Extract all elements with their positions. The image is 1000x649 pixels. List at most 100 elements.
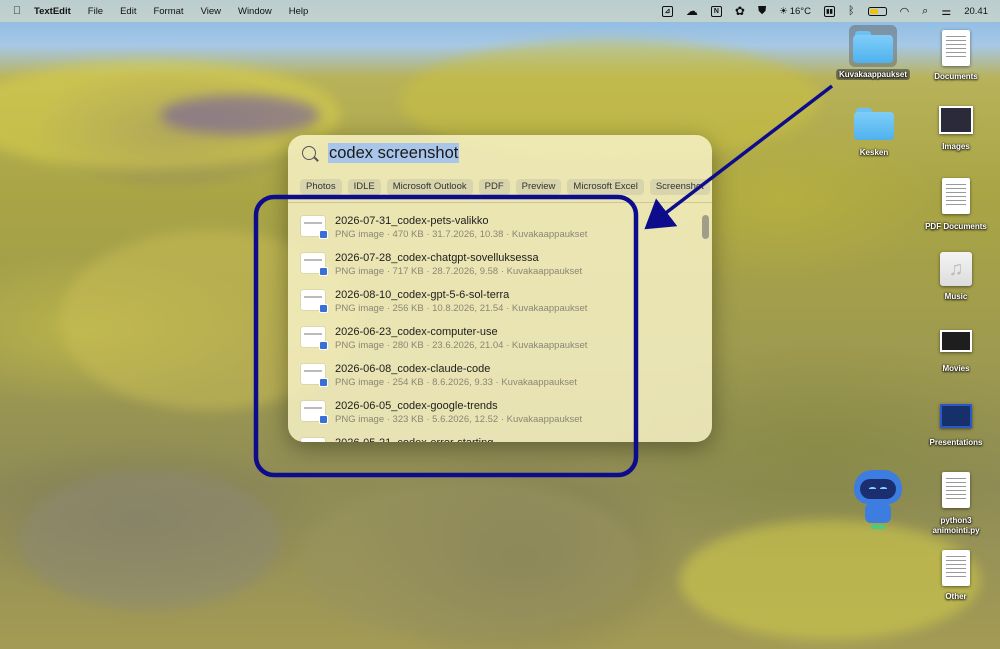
spotlight-panel: codex screenshot Photos IDLE Microsoft O…	[288, 135, 712, 442]
desktop-icon-label: Music	[944, 292, 968, 301]
presentation-icon	[940, 404, 972, 428]
menu-file[interactable]: File	[88, 6, 103, 17]
desktop-icon-label: Movies	[942, 364, 970, 373]
control-center-icon[interactable]: ⚌	[941, 0, 951, 22]
results-scrollbar[interactable]	[702, 215, 709, 239]
folder-icon	[853, 29, 893, 63]
result-row[interactable]: 2026-08-10_codex-gpt-5-6-sol-terra PNG i…	[288, 281, 700, 318]
png-file-icon	[301, 290, 328, 313]
result-filename: 2026-08-10_codex-gpt-5-6-sol-terra	[335, 289, 510, 301]
desktop-file-python-script[interactable]: python3 animointi.py	[914, 472, 998, 536]
movie-icon	[940, 330, 972, 352]
desktop-icon-label: Images	[942, 142, 970, 151]
notion-icon[interactable]: N	[710, 0, 722, 22]
filter-chip-excel[interactable]: Microsoft Excel	[567, 179, 644, 195]
bluetooth-icon[interactable]: ᛒ	[848, 0, 855, 22]
png-file-icon	[301, 401, 328, 424]
result-row[interactable]: 2026-06-08_codex-claude-code PNG image ·…	[288, 355, 700, 392]
desktop-folder-other[interactable]: Other	[914, 550, 998, 601]
result-meta: PNG image · 280 KB · 23.6.2026, 21.04 · …	[335, 340, 588, 351]
result-meta: PNG image · 470 KB · 31.7.2026, 10.38 · …	[335, 229, 588, 240]
app-menu-textedit[interactable]: TextEdit	[34, 6, 71, 17]
temperature-label: 16°C	[789, 5, 811, 17]
filter-chip-pdf[interactable]: PDF	[478, 179, 510, 195]
openai-icon[interactable]: ✿	[735, 0, 745, 22]
desktop-folder-presentations[interactable]: Presentations	[914, 404, 998, 447]
png-file-icon	[301, 327, 328, 350]
robot-mascot-icon	[851, 470, 905, 530]
filter-chip-screenshot[interactable]: Screenshot	[649, 179, 710, 195]
desktop-folder-pdf-documents[interactable]: PDF Documents	[914, 178, 998, 231]
menu-window[interactable]: Window	[238, 6, 272, 17]
clock-label[interactable]: 20.41	[964, 0, 988, 22]
desktop-robot-app[interactable]	[836, 470, 920, 530]
desktop-folder-music[interactable]: ♫ Music	[914, 252, 998, 301]
desktop-icon-label: Kesken	[859, 148, 889, 157]
search-icon	[302, 146, 316, 160]
window-layout-icon[interactable]: ▮▮	[823, 0, 835, 22]
result-filename: 2026-07-31_codex-pets-valikko	[335, 215, 489, 227]
result-filename: 2026-05-21_codex-error-starting	[335, 437, 493, 442]
result-row[interactable]: 2026-07-28_codex-chatgpt-sovelluksessa P…	[288, 244, 700, 281]
result-meta: PNG image · 256 KB · 10.8.2026, 21.54 · …	[335, 303, 588, 314]
desktop-folder-documents[interactable]: Documents	[914, 30, 998, 81]
png-file-icon	[301, 364, 328, 387]
search-menubar-icon[interactable]: ⌕	[922, 0, 928, 22]
result-filename: 2026-07-28_codex-chatgpt-sovelluksessa	[335, 252, 539, 264]
menu-edit[interactable]: Edit	[120, 6, 136, 17]
folder-selection-highlight	[849, 25, 897, 67]
result-meta: PNG image · 323 KB · 5.6.2026, 12.52 · K…	[335, 414, 583, 425]
png-file-icon	[301, 216, 328, 239]
desktop-folder-kesken[interactable]: Kesken	[832, 106, 916, 157]
result-row[interactable]: 2026-07-31_codex-pets-valikko PNG image …	[288, 207, 700, 244]
image-thumbnail-icon	[939, 106, 973, 134]
result-filename: 2026-06-23_codex-computer-use	[335, 326, 498, 338]
search-input[interactable]: codex screenshot	[328, 143, 460, 163]
desktop-icon-label: PDF Documents	[925, 222, 987, 231]
desktop-icon-label: python3 animointi.py	[932, 516, 980, 535]
menu-bar:  TextEdit File Edit Format View Window …	[0, 0, 1000, 22]
result-row[interactable]: 2026-05-21_codex-error-starting	[288, 429, 700, 442]
apple-menu-icon[interactable]: 	[0, 5, 34, 17]
result-meta: PNG image · 717 KB · 28.7.2026, 9.58 · K…	[335, 266, 583, 277]
filter-chip-outlook[interactable]: Microsoft Outlook	[386, 179, 473, 195]
desktop-icon-label: Documents	[934, 72, 978, 81]
spotlight-search-bar[interactable]: codex screenshot	[288, 135, 712, 175]
menu-format[interactable]: Format	[153, 6, 183, 17]
pdf-document-icon	[942, 178, 970, 214]
divider	[288, 202, 712, 203]
script-file-icon	[942, 472, 970, 508]
filter-chip-idle[interactable]: IDLE	[347, 179, 381, 195]
desktop-icon-label: Presentations	[929, 438, 983, 447]
cloud-icon[interactable]: ☁	[686, 0, 698, 22]
filter-chip-photos[interactable]: Photos	[300, 179, 342, 195]
alfred-icon[interactable]: ⊿	[661, 0, 673, 22]
status-area: ⊿ ☁ N ✿ ⛊ ☀ 16°C ▮▮ ᛒ ◠ ⌕ ⚌ 20.41	[649, 0, 1000, 22]
weather-status[interactable]: ☀ 16°C	[779, 0, 811, 22]
result-meta: PNG image · 254 KB · 8.6.2026, 9.33 · Ku…	[335, 377, 577, 388]
filter-chip-preview[interactable]: Preview	[515, 179, 562, 195]
wifi-icon[interactable]: ◠	[900, 0, 910, 22]
music-note-icon: ♫	[940, 252, 972, 286]
menu-view[interactable]: View	[201, 6, 221, 17]
document-stack-icon	[942, 30, 970, 66]
desktop-folder-movies[interactable]: Movies	[914, 330, 998, 373]
result-row[interactable]: 2026-06-05_codex-google-trends PNG image…	[288, 392, 700, 429]
document-stack-icon	[942, 550, 970, 586]
folder-icon	[854, 106, 894, 140]
result-filename: 2026-06-05_codex-google-trends	[335, 400, 498, 412]
menu-help[interactable]: Help	[289, 6, 309, 17]
desktop-icon-label: Kuvakaappaukset	[835, 69, 911, 80]
filter-chip-row: Photos IDLE Microsoft Outlook PDF Previe…	[300, 179, 712, 195]
desktop-folder-kuvakaappaukset[interactable]: Kuvakaappaukset	[831, 25, 915, 80]
battery-icon[interactable]	[867, 0, 887, 22]
shield-icon[interactable]: ⛊	[758, 0, 766, 22]
desktop-icon-label: Other	[945, 592, 967, 601]
result-row[interactable]: 2026-06-23_codex-computer-use PNG image …	[288, 318, 700, 355]
png-file-icon	[301, 438, 325, 442]
result-filename: 2026-06-08_codex-claude-code	[335, 363, 491, 375]
results-list: 2026-07-31_codex-pets-valikko PNG image …	[288, 205, 700, 442]
desktop-folder-images[interactable]: Images	[914, 106, 998, 151]
png-file-icon	[301, 253, 328, 276]
sun-icon: ☀	[779, 5, 788, 17]
